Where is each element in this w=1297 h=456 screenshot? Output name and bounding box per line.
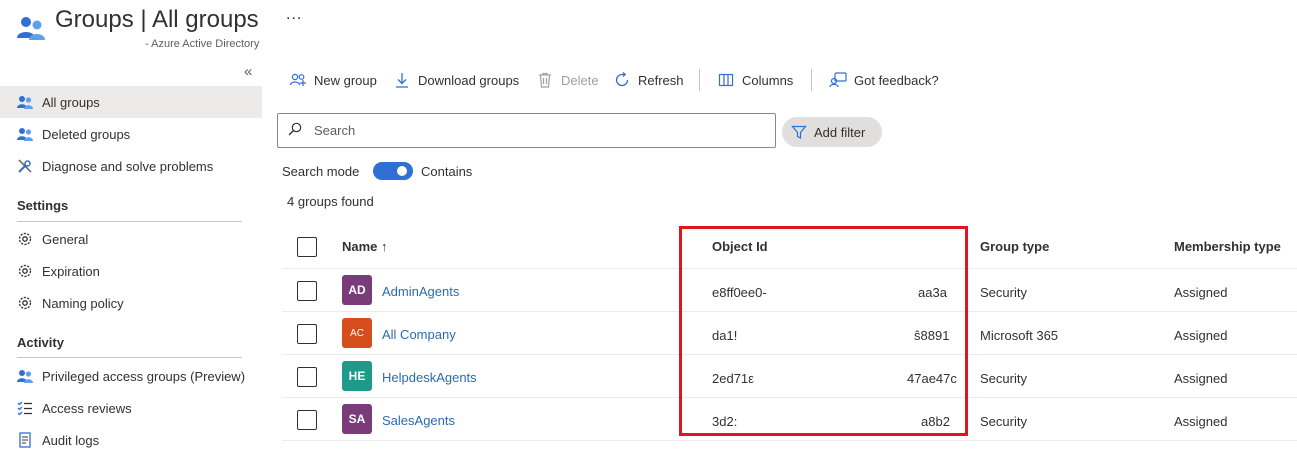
result-count: 4 groups found xyxy=(287,194,374,209)
search-icon xyxy=(288,122,302,136)
sidebar-item-expiration[interactable]: Expiration xyxy=(0,255,262,287)
groups-icon xyxy=(16,367,34,385)
search-placeholder: Search xyxy=(314,123,356,138)
groups-icon xyxy=(16,93,34,111)
membership-type-cell: Assigned xyxy=(1174,414,1228,429)
gear-icon xyxy=(16,262,34,280)
trash-icon xyxy=(536,71,554,89)
row-checkbox[interactable] xyxy=(297,324,317,344)
sidebar-item-label: Access reviews xyxy=(42,400,132,416)
search-mode-label: Search mode xyxy=(282,164,360,179)
group-type-cell: Microsoft 365 xyxy=(980,328,1059,343)
sidebar-section-activity: Activity xyxy=(17,335,64,350)
group-avatar: AD xyxy=(342,275,372,305)
sidebar-item-access-reviews[interactable]: Access reviews xyxy=(0,392,262,424)
sidebar-item-audit-logs[interactable]: Audit logs xyxy=(0,424,262,456)
sidebar-section-settings: Settings xyxy=(17,198,69,213)
sidebar-item-general[interactable]: General xyxy=(0,223,262,255)
group-name-link[interactable]: HelpdeskAgents xyxy=(382,370,477,385)
download-icon xyxy=(393,71,411,89)
columns-icon xyxy=(717,71,735,89)
group-name-link[interactable]: All Company xyxy=(382,327,456,342)
toolbar-divider xyxy=(811,69,812,91)
membership-type-cell: Assigned xyxy=(1174,371,1228,386)
sidebar-item-label: Diagnose and solve problems xyxy=(42,158,214,174)
row-checkbox[interactable] xyxy=(297,367,317,387)
row-divider xyxy=(282,440,1297,441)
avatar-initials: AC xyxy=(350,327,364,339)
group-type-cell: Security xyxy=(980,285,1027,300)
column-header-name[interactable]: Name ↑ xyxy=(342,239,388,254)
sidebar-item-deleted-groups[interactable]: Deleted groups xyxy=(0,118,262,150)
collapse-sidebar-button[interactable]: « xyxy=(244,63,252,80)
delete-button[interactable]: Delete xyxy=(536,68,599,92)
download-groups-label: Download groups xyxy=(418,72,520,88)
avatar-initials: SA xyxy=(348,412,366,426)
sidebar-item-label: Expiration xyxy=(42,263,100,279)
divider xyxy=(17,357,242,358)
group-avatar: SA xyxy=(342,404,372,434)
page-subtitle: - Azure Active Directory xyxy=(145,38,260,50)
groups-icon xyxy=(17,17,45,40)
page-title: Groups | All groups xyxy=(55,6,259,33)
group-name-link[interactable]: SalesAgents xyxy=(382,413,455,428)
add-filter-button[interactable]: Add filter xyxy=(782,117,882,147)
toolbar-divider xyxy=(699,69,700,91)
column-header-membership-type[interactable]: Membership type xyxy=(1174,239,1281,254)
membership-type-cell: Assigned xyxy=(1174,328,1228,343)
group-avatar: AC xyxy=(342,318,372,348)
download-groups-button[interactable]: Download groups xyxy=(393,68,519,92)
feedback-button[interactable]: Got feedback? xyxy=(829,68,939,92)
group-name-link[interactable]: AdminAgents xyxy=(382,284,459,299)
sidebar-item-label: Privileged access groups (Preview) xyxy=(42,368,246,384)
highlight-box xyxy=(679,226,968,436)
row-checkbox[interactable] xyxy=(297,281,317,301)
sidebar-item-label: Audit logs xyxy=(42,432,100,448)
divider xyxy=(17,221,242,222)
feedback-icon xyxy=(829,71,847,89)
log-icon xyxy=(16,431,34,449)
wrench-icon xyxy=(16,157,34,175)
search-mode-toggle[interactable] xyxy=(373,162,413,180)
sidebar-item-privileged-access[interactable]: Privileged access groups (Preview) xyxy=(0,360,262,392)
group-type-cell: Security xyxy=(980,414,1027,429)
sidebar-item-diagnose[interactable]: Diagnose and solve problems xyxy=(0,150,262,182)
add-group-icon xyxy=(289,71,307,89)
filter-icon xyxy=(791,125,807,139)
new-group-label: New group xyxy=(314,72,377,88)
toggle-knob xyxy=(397,166,407,176)
sidebar-item-naming-policy[interactable]: Naming policy xyxy=(0,287,262,319)
sidebar-item-label: All groups xyxy=(42,94,100,110)
membership-type-cell: Assigned xyxy=(1174,285,1228,300)
refresh-button[interactable]: Refresh xyxy=(613,68,684,92)
avatar-initials: AD xyxy=(348,283,366,297)
select-all-checkbox[interactable] xyxy=(297,237,317,257)
sidebar-item-all-groups[interactable]: All groups xyxy=(0,86,262,118)
checklist-icon xyxy=(16,399,34,417)
column-header-group-type[interactable]: Group type xyxy=(980,239,1049,254)
delete-label: Delete xyxy=(561,72,599,88)
group-type-cell: Security xyxy=(980,371,1027,386)
search-mode-value: Contains xyxy=(421,164,473,179)
more-options-button[interactable]: ... xyxy=(286,6,302,24)
sidebar-item-label: Naming policy xyxy=(42,295,124,311)
new-group-button[interactable]: New group xyxy=(289,68,377,92)
columns-button[interactable]: Columns xyxy=(717,68,793,92)
groups-icon xyxy=(16,125,34,143)
add-filter-label: Add filter xyxy=(814,124,866,140)
refresh-label: Refresh xyxy=(638,72,684,88)
sidebar-item-label: General xyxy=(42,231,89,247)
gear-icon xyxy=(16,294,34,312)
feedback-label: Got feedback? xyxy=(854,72,939,88)
sidebar-item-label: Deleted groups xyxy=(42,126,131,142)
group-avatar: HE xyxy=(342,361,372,391)
gear-icon xyxy=(16,230,34,248)
row-checkbox[interactable] xyxy=(297,410,317,430)
columns-label: Columns xyxy=(742,72,794,88)
refresh-icon xyxy=(613,71,631,89)
avatar-initials: HE xyxy=(348,369,366,383)
